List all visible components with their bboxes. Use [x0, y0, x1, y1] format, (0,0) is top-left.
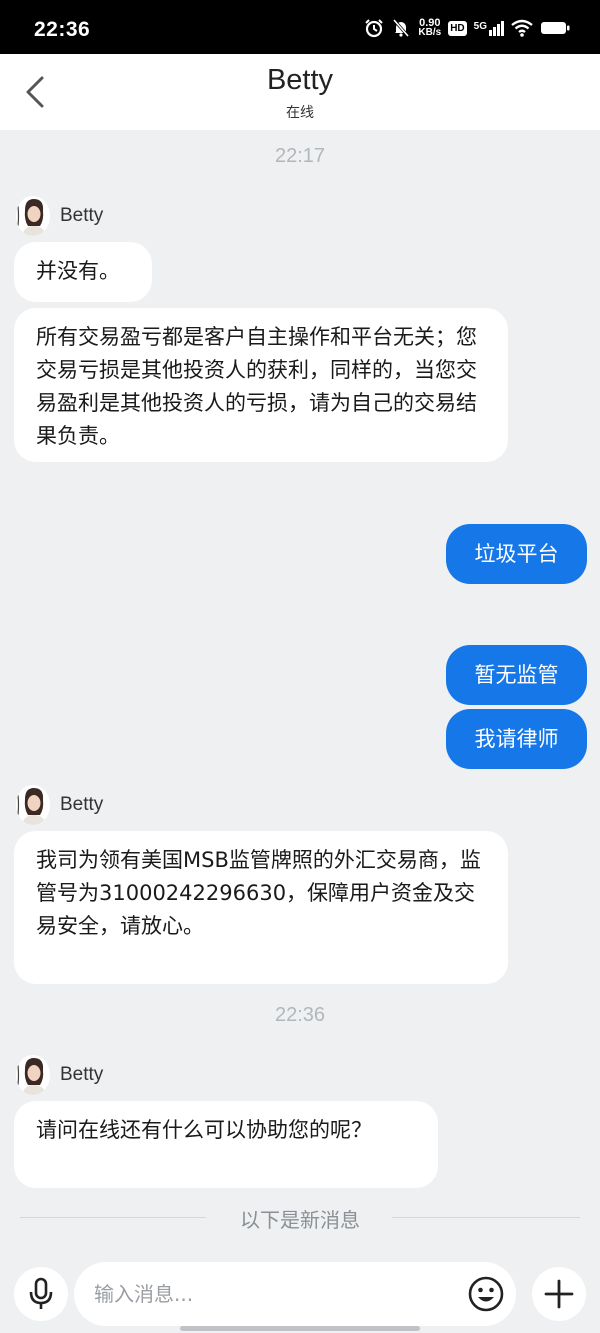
message-sender: Betty	[16, 1055, 103, 1095]
message-sender: Betty	[16, 196, 103, 236]
hd-badge: HD	[448, 20, 467, 36]
outgoing-message[interactable]: 我请律师	[446, 709, 587, 769]
alarm-icon	[365, 19, 384, 38]
battery-icon	[541, 22, 570, 34]
contact-name: Betty	[266, 64, 334, 96]
more-actions-button[interactable]	[532, 1267, 586, 1321]
net-speed: 0.90 KB/s	[418, 18, 441, 38]
avatar[interactable]	[16, 785, 50, 825]
message-sender: Betty	[16, 785, 103, 825]
status-time: 22:36	[34, 18, 91, 41]
emoji-icon	[468, 1276, 504, 1312]
message-input[interactable]	[94, 1274, 454, 1314]
sender-name: Betty	[60, 794, 104, 815]
sender-name: Betty	[60, 205, 104, 226]
home-indicator[interactable]	[180, 1326, 420, 1331]
new-messages-divider: 以下是新消息	[20, 1204, 580, 1232]
mute-icon	[393, 19, 410, 37]
emoji-button[interactable]	[468, 1276, 504, 1312]
plus-icon	[544, 1279, 574, 1309]
divider-line	[392, 1217, 580, 1218]
message-input-box[interactable]	[74, 1262, 516, 1326]
net-speed-unit: KB/s	[418, 27, 442, 38]
outgoing-message[interactable]: 垃圾平台	[446, 524, 587, 584]
avatar-image	[16, 196, 50, 236]
status-bar: 22:36 0.90 KB/s HD 5G	[0, 0, 600, 54]
incoming-message[interactable]: 请问在线还有什么可以协助您的呢？	[14, 1101, 438, 1188]
incoming-message[interactable]: 所有交易盈亏都是客户自主操作和平台无关；您交易亏损是其他投资人的获利，同样的，当…	[14, 308, 508, 462]
avatar[interactable]	[16, 1055, 50, 1095]
sender-name: Betty	[60, 1064, 104, 1085]
microphone-icon	[29, 1277, 53, 1309]
status-icons: 0.90 KB/s HD 5G	[364, 16, 570, 40]
new-messages-label: 以下是新消息	[240, 1208, 360, 1232]
chat-header: Betty 在线	[0, 54, 600, 130]
wifi-icon	[511, 19, 533, 37]
avatar-image	[16, 785, 50, 825]
avatar-image	[16, 1055, 50, 1095]
outgoing-message[interactable]: 暂无监管	[446, 645, 587, 705]
signal-icon: 5G	[473, 20, 504, 36]
network-type-label: 5G	[473, 20, 487, 32]
timestamp: 22:17	[274, 145, 326, 167]
incoming-message[interactable]: 并没有。	[14, 242, 152, 302]
avatar[interactable]	[16, 196, 50, 236]
incoming-message[interactable]: 我司为领有美国MSB监管牌照的外汇交易商，监管号为31000242296630，…	[14, 831, 508, 984]
voice-input-button[interactable]	[14, 1267, 68, 1321]
timestamp: 22:36	[274, 1004, 326, 1026]
contact-status: 在线	[286, 105, 314, 121]
